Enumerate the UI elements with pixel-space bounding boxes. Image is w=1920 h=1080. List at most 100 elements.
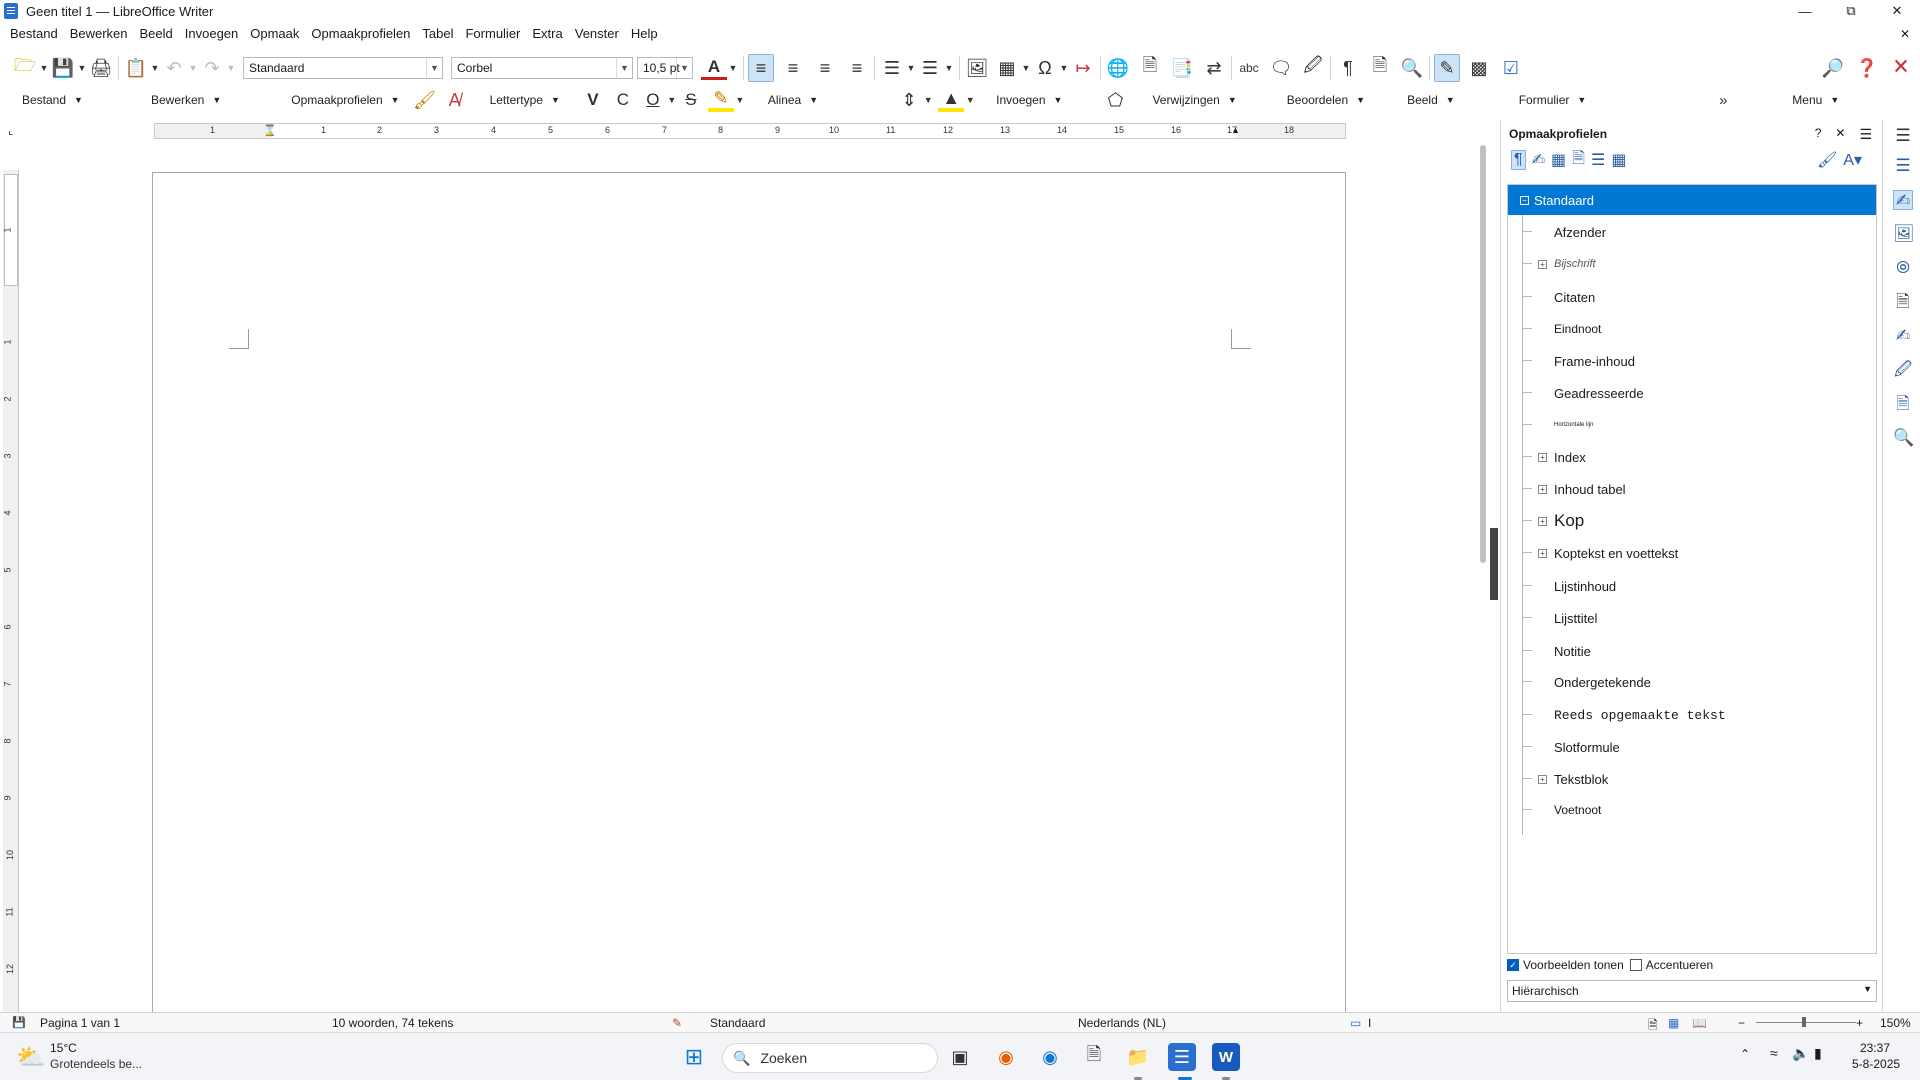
paste-icon[interactable]: 📋 xyxy=(123,54,149,82)
menu-venster[interactable]: Venster xyxy=(569,23,625,45)
style-item-kop[interactable]: + Kop xyxy=(1508,506,1876,536)
style-item-frame-inhoud[interactable]: Frame-inhoud xyxy=(1508,346,1876,376)
insert-mode-icon[interactable]: ▭ xyxy=(1350,1016,1361,1030)
paragraph-background-icon[interactable]: ▲ xyxy=(938,88,965,112)
help-icon[interactable]: ❓ xyxy=(1854,54,1880,82)
page-break-icon[interactable]: ↦ xyxy=(1070,54,1096,82)
style-item-notitie[interactable]: Notitie xyxy=(1508,636,1876,666)
styles-deck-icon[interactable]: ✍ xyxy=(1893,190,1913,210)
underline-button[interactable]: O xyxy=(640,86,666,114)
shapes-icon[interactable]: ⬠ xyxy=(1102,86,1128,114)
tab-stop-selector-icon[interactable]: ⌞ xyxy=(8,124,13,137)
menu-bewerken[interactable]: Bewerken xyxy=(64,23,134,45)
special-character-dropdown-icon[interactable]: ▼ xyxy=(1058,63,1070,73)
print-preview-icon[interactable]: 🗎 xyxy=(1367,54,1393,82)
insert-image-icon[interactable]: 🖼 xyxy=(964,54,990,82)
bullet-list-dropdown-icon[interactable]: ▼ xyxy=(905,63,917,73)
chevron-down-icon[interactable]: ▼ xyxy=(676,58,692,78)
vertical-ruler[interactable]: 1 1 2 3 4 5 6 7 8 9 10 11 12 xyxy=(3,170,19,1012)
close-tabbed-icon[interactable]: 🗙 xyxy=(1888,54,1914,82)
open-folder-icon[interactable]: 🗁 xyxy=(12,54,38,82)
horizontal-ruler[interactable]: 1 1 2 3 4 5 6 7 8 9 10 11 12 13 14 15 16… xyxy=(154,123,1346,139)
menu-formulier[interactable]: Formulier xyxy=(459,23,526,45)
style-item-slotformule[interactable]: Slotformule xyxy=(1508,732,1876,762)
style-item-voetnoot[interactable]: Voetnoot xyxy=(1508,795,1876,825)
style-item-reeds-opgemaakte-tekst[interactable]: Reeds opgemaakte tekst xyxy=(1508,700,1876,730)
paragraph-style-combo[interactable]: Standaard ▼ xyxy=(243,57,443,79)
align-center-icon[interactable]: ≡ xyxy=(780,54,806,82)
expand-icon[interactable]: + xyxy=(1538,516,1547,526)
scrollbar-thumb[interactable] xyxy=(1480,145,1486,563)
special-character-icon[interactable]: Ω xyxy=(1032,54,1058,82)
menu-opmaakprofielen[interactable]: Opmaakprofielen xyxy=(305,23,416,45)
group-alinea[interactable]: Alinea ▼ xyxy=(768,93,818,107)
clock-date[interactable]: 5-8-2025 xyxy=(1852,1057,1900,1071)
style-item-koptekst-en-voettekst[interactable]: + Koptekst en voettekst xyxy=(1508,538,1876,568)
group-beeld[interactable]: Beeld ▼ xyxy=(1407,93,1455,107)
align-right-icon[interactable]: ≡ xyxy=(812,54,838,82)
font-name-combo[interactable]: Corbel ▼ xyxy=(451,57,633,79)
signature-icon[interactable]: ✎ xyxy=(672,1016,682,1030)
frame-styles-icon[interactable]: ▦ xyxy=(1551,150,1566,170)
font-color-icon[interactable]: A xyxy=(701,56,727,80)
formatting-marks-icon[interactable]: ¶ xyxy=(1335,54,1361,82)
menu-bestand[interactable]: Bestand xyxy=(4,23,64,45)
search-commands-icon[interactable]: 🔎 xyxy=(1820,54,1846,82)
sidebar-collapse-handle[interactable] xyxy=(1490,528,1498,600)
close-window-button[interactable]: ✕ xyxy=(1874,0,1920,22)
group-opmaakprofielen[interactable]: Opmaakprofielen ▼ xyxy=(291,93,399,107)
sidebar-menu-icon[interactable]: ☰ xyxy=(1859,126,1872,143)
fill-format-mode-icon[interactable]: 🖌 xyxy=(1817,150,1837,170)
redo-dropdown-icon[interactable]: ▼ xyxy=(225,63,237,73)
word-count[interactable]: 10 woorden, 74 tekens xyxy=(332,1016,453,1030)
new-style-icon[interactable]: A▾ xyxy=(1843,150,1862,170)
group-bewerken[interactable]: Bewerken ▼ xyxy=(151,93,221,107)
chevron-down-icon[interactable]: ▼ xyxy=(426,58,442,78)
style-item-afzender[interactable]: Afzender xyxy=(1508,217,1876,247)
undo-icon[interactable]: ↶ xyxy=(161,54,187,82)
draw-functions-icon[interactable]: ✎ xyxy=(1434,54,1460,82)
table-dropdown-icon[interactable]: ▼ xyxy=(1020,63,1032,73)
style-item-horizontale-lijn[interactable]: Horizontale lijn xyxy=(1508,410,1876,440)
file-explorer-icon[interactable]: 📁 xyxy=(1124,1043,1152,1071)
group-lettertype[interactable]: Lettertype ▼ xyxy=(490,93,560,107)
wifi-icon[interactable]: ≈ xyxy=(1770,1045,1778,1061)
chevron-up-icon[interactable]: ⌃ xyxy=(1740,1047,1750,1061)
group-menu[interactable]: Menu ▼ xyxy=(1792,93,1839,107)
find-icon[interactable]: 🔍 xyxy=(1399,54,1425,82)
style-item-eindnoot[interactable]: Eindnoot xyxy=(1508,314,1876,344)
zoom-slider[interactable] xyxy=(1756,1022,1856,1023)
line-spacing-icon[interactable]: ⇕ xyxy=(896,86,922,114)
redo-icon[interactable]: ↷ xyxy=(199,54,225,82)
right-indent-marker-icon[interactable]: ▲ xyxy=(1231,125,1240,135)
style-item-standaard[interactable]: − Standaard xyxy=(1508,185,1876,215)
style-item-lijstinhoud[interactable]: Lijstinhoud xyxy=(1508,571,1876,601)
taskbar-search[interactable]: 🔍 Zoeken xyxy=(722,1043,938,1073)
text-box-icon[interactable]: ▩ xyxy=(1466,54,1492,82)
sidebar-settings-icon[interactable]: ☰ xyxy=(1893,126,1913,146)
more-options-icon[interactable]: » xyxy=(1710,86,1736,114)
menu-opmaak[interactable]: Opmaak xyxy=(244,23,305,45)
word-icon[interactable]: W xyxy=(1212,1043,1240,1071)
style-item-index[interactable]: + Index xyxy=(1508,442,1876,472)
expand-icon[interactable]: + xyxy=(1538,548,1547,558)
style-item-geadresseerde[interactable]: Geadresseerde xyxy=(1508,378,1876,408)
style-item-bijschrift[interactable]: + Bijschrift xyxy=(1508,249,1876,279)
chevron-down-icon[interactable]: ▼ xyxy=(616,58,632,78)
expand-icon[interactable]: + xyxy=(1538,259,1547,269)
insert-table-icon[interactable]: ▦ xyxy=(994,54,1020,82)
task-view-icon[interactable]: ▣ xyxy=(946,1043,974,1071)
left-indent-marker-icon[interactable]: ⌛ xyxy=(263,124,277,137)
print-icon[interactable]: 🖨 xyxy=(88,54,114,82)
libreoffice-writer-taskbar-icon[interactable]: ☰ xyxy=(1168,1043,1196,1071)
table-styles-icon[interactable]: ▦ xyxy=(1611,150,1626,170)
show-previews-checkbox[interactable]: ✓ xyxy=(1507,959,1519,971)
clone-formatting-icon[interactable]: 🖌 xyxy=(412,86,438,114)
underline-dropdown-icon[interactable]: ▼ xyxy=(666,95,678,105)
font-size-combo[interactable]: 10,5 pt ▼ xyxy=(637,57,693,79)
highlight-checkbox[interactable] xyxy=(1629,959,1642,971)
zoom-slider-thumb[interactable] xyxy=(1802,1017,1806,1027)
open-dropdown-icon[interactable]: ▼ xyxy=(38,63,50,73)
menu-invoegen[interactable]: Invoegen xyxy=(179,23,245,45)
document-modified-icon[interactable]: 💾 xyxy=(12,1016,26,1029)
